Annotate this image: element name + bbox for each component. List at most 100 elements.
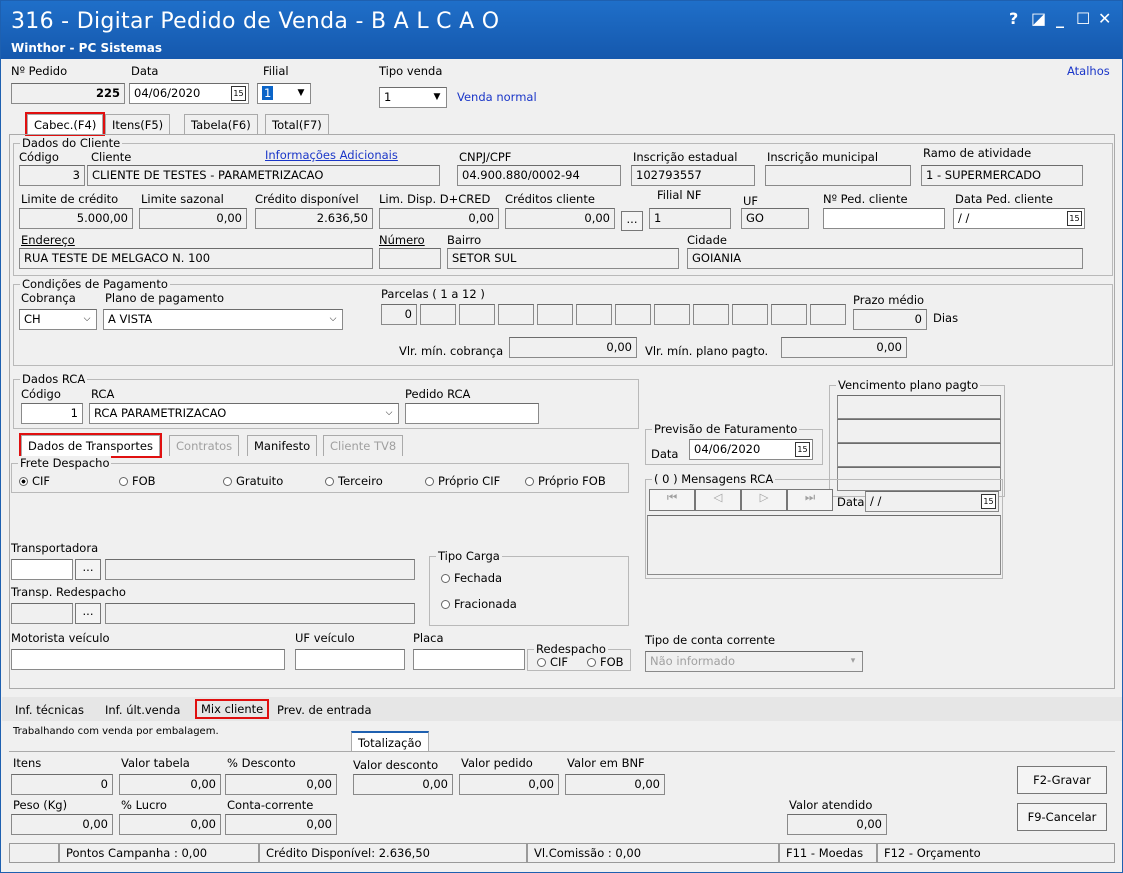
rca-codigo-field[interactable]: 1: [21, 403, 83, 424]
tab-inf-ult-venda[interactable]: Inf. últ.venda: [105, 703, 180, 717]
mensagens-data-field[interactable]: / / 15: [865, 491, 999, 512]
tab-totalizacao[interactable]: Totalização: [351, 731, 429, 752]
last-msg-icon[interactable]: ⏭: [787, 489, 833, 511]
redespacho-cif-radio[interactable]: CIF: [537, 655, 568, 669]
tab-contratos[interactable]: Contratos: [169, 435, 240, 456]
parcela-6[interactable]: [576, 304, 612, 325]
calendar-icon[interactable]: 15: [795, 442, 810, 457]
close-icon[interactable]: ✕: [1098, 9, 1111, 28]
lim-disp-field: 0,00: [379, 208, 499, 229]
mensagens-text[interactable]: [647, 515, 1001, 575]
frete-fob-radio[interactable]: FOB: [119, 474, 156, 488]
codigo-label: Código: [19, 150, 59, 164]
endereco-label: Endereço: [21, 233, 75, 247]
vlr-min-cob-label: Vlr. mín. cobrança: [399, 344, 504, 358]
frete-proprio-fob-radio[interactable]: Próprio FOB: [525, 474, 606, 488]
previsao-data-input[interactable]: 04/06/2020 15: [689, 439, 813, 460]
tipo-carga-group-label: Tipo Carga: [436, 549, 502, 563]
tab-tabela[interactable]: Tabela(F6): [184, 114, 258, 135]
tab-mix-cliente[interactable]: Mix cliente: [194, 699, 270, 719]
peso-field: 0,00: [11, 814, 113, 835]
redespacho-fob-label: FOB: [600, 655, 624, 669]
redespacho-search-button[interactable]: ...: [75, 603, 101, 624]
mensagens-data-label: Data: [837, 495, 865, 509]
placa-input[interactable]: [413, 649, 525, 670]
tab-cliente-tv8[interactable]: Cliente TV8: [323, 435, 404, 456]
frete-cif-label: CIF: [32, 474, 51, 488]
creditos-detail-button[interactable]: ...: [621, 211, 643, 231]
parcela-1[interactable]: 0: [381, 304, 417, 325]
parcela-2[interactable]: [420, 304, 456, 325]
transportadora-search-button[interactable]: ...: [75, 559, 101, 580]
next-msg-icon[interactable]: ▷: [741, 489, 787, 511]
window-subtitle: Winthor - PC Sistemas: [11, 41, 162, 55]
first-msg-icon[interactable]: ⏮: [649, 489, 695, 511]
vlr-min-plano-field: 0,00: [781, 337, 907, 358]
rca-select[interactable]: RCA PARAMETRIZACAO ⌵: [89, 403, 399, 424]
vlr-min-plano-label: Vlr. mín. plano pagto.: [645, 344, 769, 358]
redespacho-fob-radio[interactable]: FOB: [587, 655, 624, 669]
lucro-field: 0,00: [119, 814, 221, 835]
gravar-button[interactable]: F2-Gravar: [1017, 766, 1107, 794]
frete-gratuito-radio[interactable]: Gratuito: [223, 474, 283, 488]
atalhos-link[interactable]: Atalhos: [1067, 64, 1110, 78]
pedido-rca-input[interactable]: [405, 403, 539, 424]
mensagens-group-label: ( 0 ) Mensagens RCA: [652, 472, 776, 486]
calendar-icon[interactable]: 15: [231, 86, 246, 101]
tab-cabec[interactable]: Cabec.(F4): [24, 112, 106, 137]
parcela-7[interactable]: [615, 304, 651, 325]
desconto-field: 0,00: [225, 774, 337, 795]
creditos-cliente-field: 0,00: [505, 208, 615, 229]
valor-desconto-label: Valor desconto: [353, 758, 439, 772]
cancelar-button[interactable]: F9-Cancelar: [1017, 803, 1107, 831]
embalagem-note: Trabalhando com venda por embalagem.: [13, 726, 219, 737]
tab-inf-tecnicas[interactable]: Inf. técnicas: [15, 703, 84, 717]
parcela-11[interactable]: [771, 304, 807, 325]
tab-total[interactable]: Total(F7): [265, 114, 329, 135]
tab-manifesto[interactable]: Manifesto: [247, 435, 318, 456]
data-ped-input[interactable]: / / 15: [953, 208, 1085, 229]
calendar-icon[interactable]: 15: [1067, 211, 1082, 226]
tipo-venda-select[interactable]: 1 ▼: [379, 87, 447, 108]
redespacho-codigo[interactable]: [11, 603, 73, 624]
parcela-3[interactable]: [459, 304, 495, 325]
uf-veiculo-input[interactable]: [295, 649, 405, 670]
plano-select[interactable]: A VISTA ⌵: [103, 309, 343, 330]
calendar-icon[interactable]: 15: [981, 494, 996, 509]
cobranca-select[interactable]: CH ⌵: [19, 309, 97, 330]
rca-label: RCA: [91, 387, 115, 401]
fechada-radio[interactable]: Fechada: [441, 571, 502, 585]
valor-pedido-field: 0,00: [459, 774, 559, 795]
frete-terceiro-radio[interactable]: Terceiro: [325, 474, 383, 488]
ramo-field: 1 - SUPERMERCADO: [921, 165, 1083, 186]
lim-disp-label: Lim. Disp. D+CRED: [379, 192, 491, 206]
fracionada-radio[interactable]: Fracionada: [441, 597, 517, 611]
valor-tabela-label: Valor tabela: [121, 756, 190, 770]
plano-label: Plano de pagamento: [105, 291, 224, 305]
restore-icon[interactable]: ◪: [1031, 9, 1046, 28]
parcela-5[interactable]: [537, 304, 573, 325]
parcela-4[interactable]: [498, 304, 534, 325]
data-field[interactable]: 04/06/2020 15: [129, 83, 249, 104]
redespacho-cif-label: CIF: [550, 655, 569, 669]
status-moedas: F11 - Moedas: [779, 843, 877, 863]
ped-cliente-input[interactable]: [823, 208, 945, 229]
frete-proprio-cif-radio[interactable]: Próprio CIF: [425, 474, 500, 488]
info-adicionais-link[interactable]: Informações Adicionais: [265, 148, 398, 162]
parcela-8[interactable]: [654, 304, 690, 325]
help-icon[interactable]: ?: [1009, 9, 1018, 28]
prev-msg-icon[interactable]: ◁: [695, 489, 741, 511]
motorista-input[interactable]: [11, 649, 285, 670]
minimize-icon[interactable]: _: [1056, 9, 1064, 28]
tab-prev-entrada[interactable]: Prev. de entrada: [277, 703, 372, 717]
parcela-9[interactable]: [693, 304, 729, 325]
tab-dados-transportes[interactable]: Dados de Transportes: [19, 433, 162, 458]
tab-itens[interactable]: Itens(F5): [105, 114, 171, 135]
parcela-10[interactable]: [732, 304, 768, 325]
tipo-conta-select[interactable]: Não informado ▾: [645, 651, 863, 672]
filial-select[interactable]: 1 ▼: [257, 83, 311, 104]
maximize-icon[interactable]: ☐: [1076, 9, 1090, 28]
parcela-12[interactable]: [810, 304, 846, 325]
transportadora-codigo[interactable]: [11, 559, 73, 580]
frete-cif-radio[interactable]: CIF: [19, 474, 50, 488]
